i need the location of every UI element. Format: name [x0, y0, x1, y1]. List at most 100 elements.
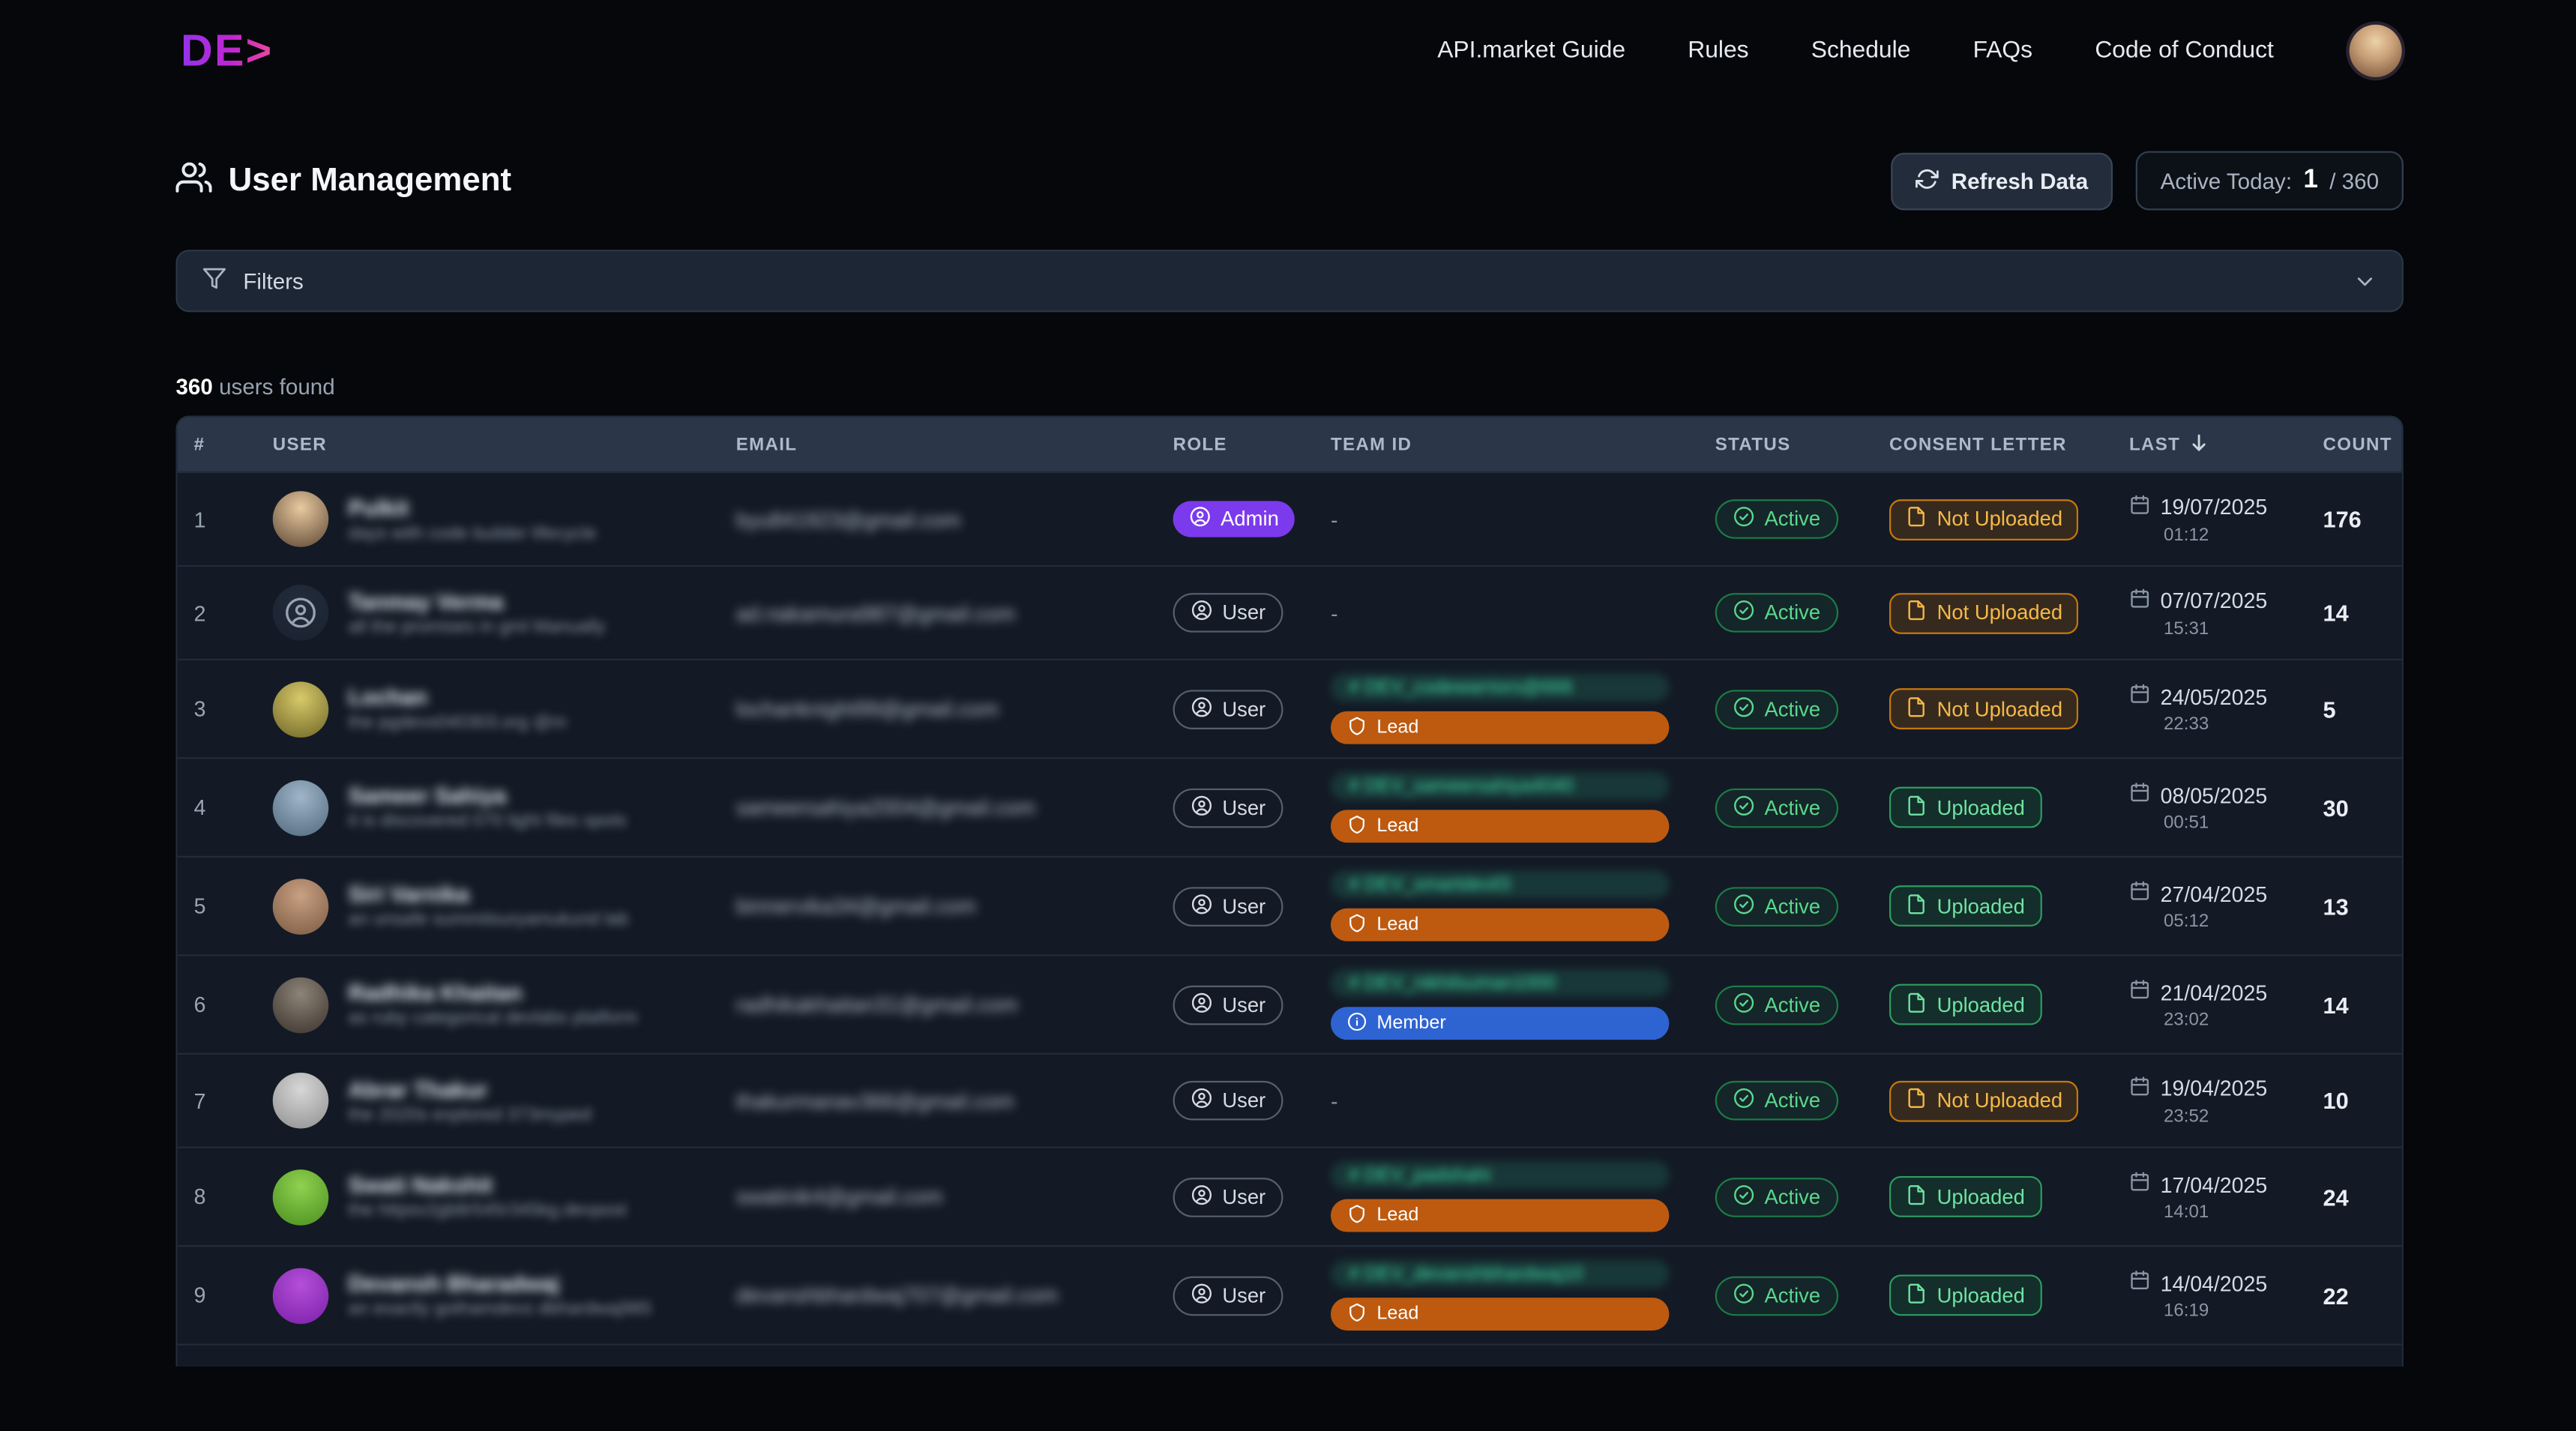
col-email[interactable]: EMAIL [720, 435, 1157, 454]
shield-icon [1347, 912, 1367, 937]
table-row[interactable]: 8 Swati Nakshit the httpsv2gb8r545r345kg… [178, 1147, 2402, 1245]
user-subtitle: an unsafe summitsuryamukund lab [349, 910, 629, 930]
nav-link-schedule[interactable]: Schedule [1811, 37, 1911, 64]
nav-link-rules[interactable]: Rules [1688, 37, 1748, 64]
user-email: sameersahiya2004@gmail.com [720, 795, 1157, 820]
status-label: Active [1764, 1284, 1820, 1307]
nav-link-faqs[interactable]: FAQs [1973, 37, 2032, 64]
status-cell: Active [1699, 1276, 1873, 1316]
team-cell: # DEV_sameersahiya4040 Lead [1314, 772, 1699, 843]
consent-cell: Uploaded [1873, 787, 2113, 828]
profile-avatar[interactable] [2350, 25, 2402, 77]
consent-cell: Uploaded [1873, 885, 2113, 927]
user-email: byu841923@gmail.com [720, 507, 1157, 531]
user-text: Radhika Khaitan as ruby categorical devl… [349, 980, 638, 1028]
status-label: Active [1764, 507, 1820, 531]
avatar [273, 878, 329, 934]
consent-label: Not Uploaded [1937, 601, 2063, 624]
team-role-badge: Lead [1331, 810, 1669, 843]
calendar-icon [2129, 1171, 2150, 1197]
consent-label: Uploaded [1937, 894, 2025, 918]
col-number[interactable]: # [178, 435, 256, 454]
status-cell: Active [1699, 689, 1873, 729]
table-row[interactable]: 4 Sameer Sahiya it is discovered 070 lig… [178, 757, 2402, 855]
col-user[interactable]: USER [256, 435, 720, 454]
user-name: Swati Nakshit [349, 1173, 627, 1198]
table-row[interactable]: 3 Lochan the pgdevs040303.org @m lochank… [178, 659, 2402, 757]
table-row[interactable]: 6 Radhika Khaitan as ruby categorical de… [178, 954, 2402, 1052]
user-cell: Devansh Bharadwaj an exactly gothamdevs … [256, 1268, 720, 1324]
title-wrap: User Management [175, 158, 511, 202]
document-icon [1906, 893, 1927, 919]
avatar [273, 681, 329, 737]
col-last[interactable]: LAST [2113, 431, 2307, 457]
table-row[interactable]: 7 Abrar Thakur the 2020s explored 373myp… [178, 1053, 2402, 1147]
role-cell: Admin [1157, 501, 1314, 537]
active-today-count: 1 [2303, 166, 2318, 195]
calendar-icon [2129, 979, 2150, 1005]
chevron-down-icon[interactable] [2353, 268, 2377, 293]
user-cell: Abrar Thakur the 2020s explored 373myped [256, 1073, 720, 1129]
team-role-label: Lead [1376, 718, 1418, 738]
last-time: 16:19 [2164, 1301, 2307, 1321]
consent-label: Not Uploaded [1937, 507, 2063, 531]
consent-cell: Not Uploaded [1873, 1080, 2113, 1121]
consent-label: Uploaded [1937, 796, 2025, 819]
role-cell: User [1157, 1081, 1314, 1121]
user-email: lochanknight99@gmail.com [720, 696, 1157, 721]
user-text: Sameer Sahiya it is discovered 070 light… [349, 783, 627, 831]
consent-cell: Uploaded [1873, 1176, 2113, 1217]
col-count[interactable]: COUNT [2307, 435, 2402, 454]
shield-icon [1347, 814, 1367, 839]
table-row[interactable]: 2 Tanmay Verma all the promises in gml M… [178, 565, 2402, 659]
table-row[interactable]: 9 Devansh Bharadwaj an exactly gothamdev… [178, 1245, 2402, 1343]
row-number: 9 [178, 1283, 256, 1307]
team-role-label: Lead [1376, 1205, 1418, 1225]
role-badge: Admin [1173, 501, 1295, 537]
status-cell: Active [1699, 985, 1873, 1025]
user-subtitle: an exactly gothamdevs dbhardwaj985 [349, 1299, 652, 1319]
user-cell: Lochan the pgdevs040303.org @m [256, 681, 720, 737]
col-team-id[interactable]: TEAM ID [1314, 435, 1699, 454]
status-cell: Active [1699, 1081, 1873, 1121]
col-consent-letter[interactable]: CONSENT LETTER [1873, 435, 2113, 454]
avatar [273, 491, 329, 547]
user-text: Tanmay Verma all the promises in gml Man… [349, 589, 606, 637]
status-badge: Active [1715, 1177, 1838, 1217]
results-count: 360 [175, 375, 212, 400]
nav-link-code-of-conduct[interactable]: Code of Conduct [2095, 37, 2273, 64]
check-circle-icon [1733, 991, 1754, 1017]
last-time: 14:01 [2164, 1202, 2307, 1222]
user-cell: Sameer Sahiya it is discovered 070 light… [256, 780, 720, 836]
team-empty-dash: - [1331, 600, 1699, 625]
last-date: 07/07/2025 [2161, 588, 2268, 612]
col-status[interactable]: STATUS [1699, 435, 1873, 454]
table-row[interactable]: 1 Pulkit days with code builder lifecycl… [178, 472, 2402, 565]
avatar [273, 1073, 329, 1129]
app-logo[interactable]: DE> [181, 25, 273, 76]
active-today-label: Active Today: [2161, 169, 2292, 193]
filter-icon [202, 266, 227, 295]
last-date: 21/04/2025 [2161, 980, 2268, 1004]
filters-label: Filters [243, 268, 304, 293]
col-role[interactable]: ROLE [1157, 435, 1314, 454]
status-label: Active [1764, 697, 1820, 720]
active-today-total: / 360 [2329, 169, 2379, 193]
role-icon [1191, 600, 1212, 626]
avatar [273, 780, 329, 836]
document-icon [1906, 1088, 1927, 1114]
user-email: ad.nakamura987@gmail.com [720, 600, 1157, 625]
calendar-icon [2129, 782, 2150, 808]
team-role-badge: Lead [1331, 1199, 1669, 1232]
refresh-data-button[interactable]: Refresh Data [1891, 152, 2113, 210]
team-id-badge: # DEV_nikhilsuman1000 [1331, 969, 1669, 997]
nav-link-guide[interactable]: API.market Guide [1437, 37, 1625, 64]
user-cell: Tanmay Verma all the promises in gml Man… [256, 585, 720, 641]
row-number: 4 [178, 795, 256, 820]
table-row[interactable]: 5 Siri Varnika an unsafe summitsuryamuku… [178, 856, 2402, 954]
filters-bar[interactable]: Filters [175, 250, 2403, 312]
user-cell: Siri Varnika an unsafe summitsuryamukund… [256, 878, 720, 934]
calendar-icon [2129, 684, 2150, 710]
status-label: Active [1764, 1089, 1820, 1112]
role-badge: User [1173, 788, 1284, 828]
